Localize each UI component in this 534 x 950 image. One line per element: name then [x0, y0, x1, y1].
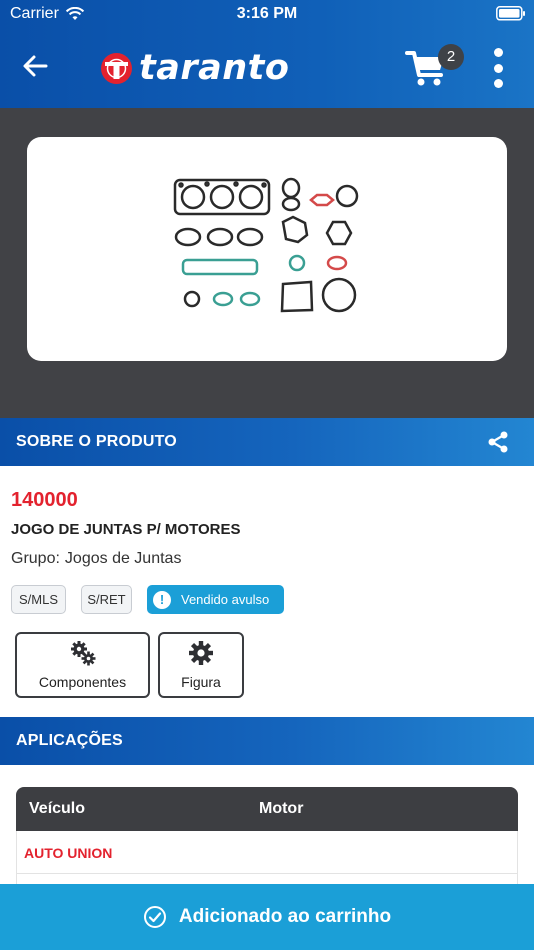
product-section-title: SOBRE O PRODUTO [16, 433, 177, 450]
gear-icon [189, 641, 213, 665]
applications-section-header: APLICAÇÕES [0, 717, 534, 765]
table-row[interactable]: AUTO UNION [16, 831, 518, 874]
arrow-left-icon [23, 55, 48, 77]
group-label: Grupo: [11, 550, 60, 567]
product-image-card[interactable] [27, 137, 507, 361]
status-bar: Carrier 3:16 PM [0, 0, 534, 28]
figure-button[interactable]: Figura [158, 632, 244, 698]
sold-separately-label: Vendido avulso [181, 592, 270, 607]
toast-message: Adicionado ao carrinho [178, 906, 392, 927]
cart-count-badge: 2 [438, 44, 464, 70]
product-section-header: SOBRE O PRODUTO [0, 418, 534, 466]
menu-dot [493, 63, 503, 73]
share-icon [488, 431, 508, 453]
product-code: 140000 [11, 489, 78, 511]
product-group: Grupo: Jogos de Juntas [11, 550, 181, 568]
gasket-set-image [173, 177, 359, 313]
taranto-emblem-icon [101, 52, 132, 84]
vehicle-brand: AUTO UNION [24, 845, 113, 861]
sold-separately-badge: ! Vendido avulso [147, 585, 284, 614]
more-options-button[interactable] [480, 46, 516, 90]
group-value: Jogos de Juntas [64, 550, 182, 567]
motor-column-header: Motor [259, 800, 304, 817]
brand-name: taranto [139, 48, 290, 88]
check-circle-icon [143, 906, 166, 928]
components-button[interactable]: Componentes [15, 632, 150, 698]
menu-dot [493, 48, 503, 57]
share-button[interactable] [486, 430, 510, 454]
product-name: JOGO DE JUNTAS P/ MOTORES [11, 521, 241, 538]
app-header: Carrier 3:16 PM taranto 2 [0, 0, 534, 108]
table-header: Veículo Motor [16, 787, 518, 831]
battery-icon [496, 6, 525, 21]
alert-icon: ! [153, 590, 171, 609]
taranto-logo: taranto [100, 48, 289, 88]
tag-chip: S/RET [81, 585, 132, 614]
components-label: Componentes [38, 674, 127, 690]
menu-dot [493, 79, 503, 88]
tag-chip: S/MLS [11, 585, 66, 614]
applications-section-title: APLICAÇÕES [16, 732, 123, 749]
gears-icon [70, 641, 95, 666]
product-image-area [0, 108, 534, 418]
vehicle-column-header: Veículo [29, 800, 86, 817]
added-to-cart-toast[interactable]: Adicionado ao carrinho [0, 884, 534, 950]
figure-label: Figura [181, 674, 221, 690]
status-time: 3:16 PM [236, 5, 298, 22]
back-button[interactable] [14, 46, 56, 86]
